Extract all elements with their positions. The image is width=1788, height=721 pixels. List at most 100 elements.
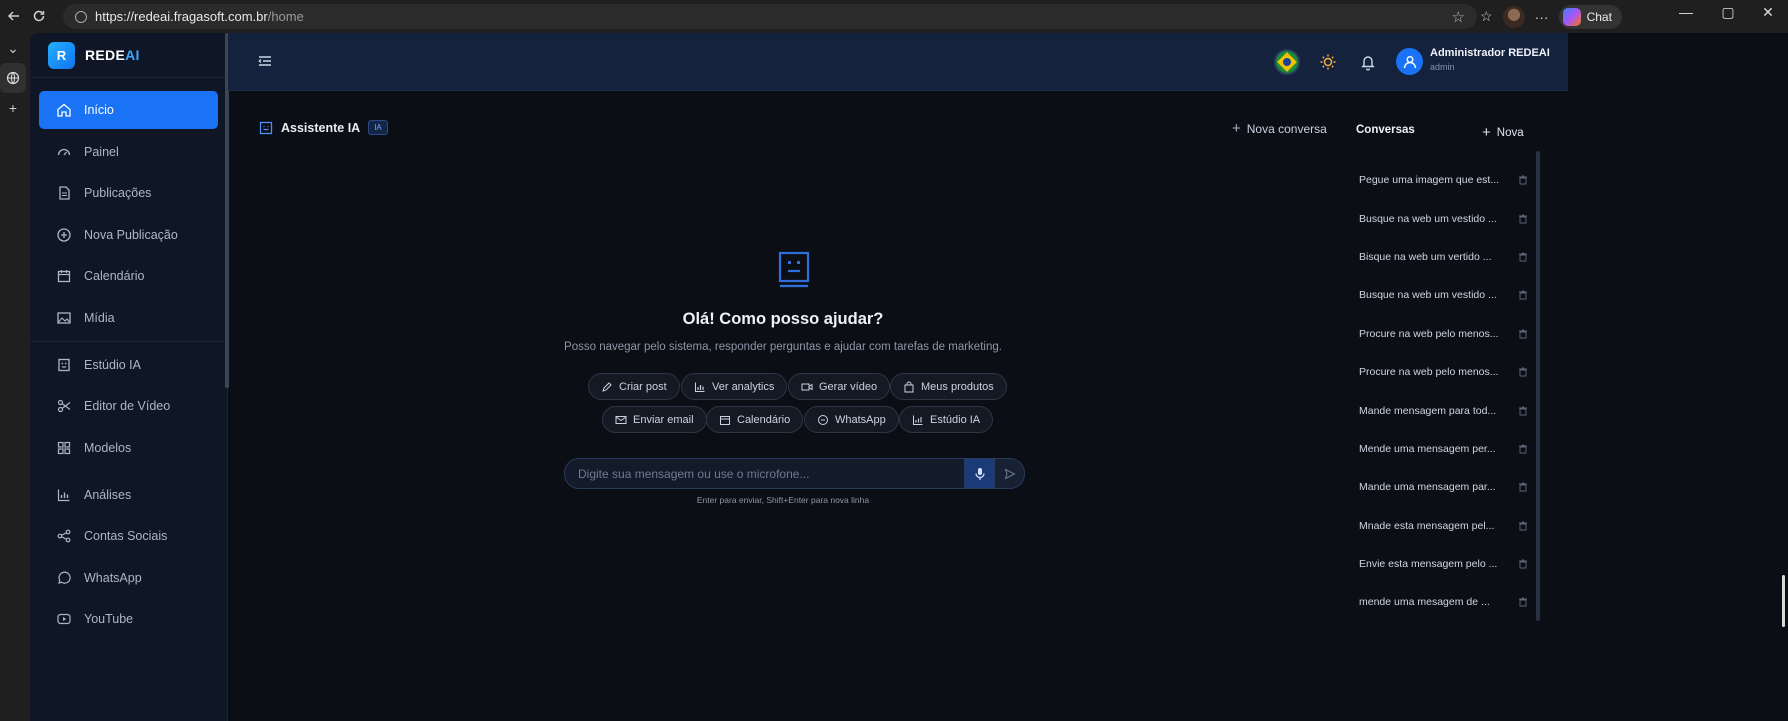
chip-enviar-email[interactable]: Enviar email — [602, 406, 707, 433]
chip-calendario[interactable]: Calendário — [706, 406, 804, 433]
sidebar-item-midia[interactable]: Mídia — [39, 299, 218, 337]
send-icon — [1004, 468, 1016, 479]
favorites-icon[interactable]: ☆ — [1480, 8, 1493, 25]
sidebar-item-analises[interactable]: Análises — [39, 476, 218, 514]
browser-toolbar: https://redeai.fragasoft.com.br/home ☆ ☆… — [0, 0, 1788, 33]
conversation-item[interactable]: Procure na web pelo menos... — [1356, 353, 1528, 391]
sidebar-item-nova-publicacao[interactable]: Nova Publicação — [39, 216, 218, 254]
sidebar-item-label: Editor de Vídeo — [84, 399, 171, 413]
conversation-item[interactable]: Bisque na web um vertido ... — [1356, 238, 1528, 276]
close-window-icon[interactable]: ✕ — [1748, 4, 1788, 21]
trash-icon[interactable] — [1518, 329, 1528, 339]
sidebar-item-youtube[interactable]: YouTube — [39, 600, 218, 638]
sidebar-item-label: Modelos — [84, 440, 132, 455]
chip-label: Gerar vídeo — [819, 380, 878, 393]
page-scrollbar-thumb[interactable] — [1782, 575, 1785, 627]
page-scrollbar[interactable] — [1780, 33, 1788, 721]
brand[interactable]: R REDEAI — [30, 33, 227, 78]
trash-icon[interactable] — [1518, 290, 1528, 300]
sidebar-item-painel[interactable]: Painel — [39, 133, 218, 171]
conversation-item[interactable]: Mende uma mensagem per... — [1356, 430, 1528, 468]
chip-gerar-video[interactable]: Gerar vídeo — [788, 373, 891, 400]
trash-icon[interactable] — [1518, 406, 1528, 416]
chip-meus-produtos[interactable]: Meus produtos — [890, 373, 1007, 400]
sidebar-item-estudio-ia[interactable]: Estúdio IA — [39, 346, 218, 384]
conversation-list: Pegue uma imagem que est... Busque na we… — [1356, 161, 1528, 622]
chip-estudio-ia[interactable]: Estúdio IA — [899, 406, 994, 433]
trash-icon[interactable] — [1518, 482, 1528, 492]
calendar-icon — [55, 267, 73, 285]
conversation-item[interactable]: Mnade esta mensagem pel... — [1356, 507, 1528, 545]
trash-icon[interactable] — [1518, 521, 1528, 531]
brand-name-main: REDE — [85, 47, 126, 63]
whatsapp-icon — [55, 569, 73, 587]
bell-icon[interactable] — [1358, 52, 1378, 72]
conversation-item[interactable]: Envie esta mensagem pelo ... — [1356, 545, 1528, 583]
chevron-down-icon[interactable]: ⌄ — [0, 33, 26, 63]
trash-icon[interactable] — [1518, 444, 1528, 454]
refresh-icon[interactable] — [25, 2, 53, 30]
chat-input-container — [564, 458, 1025, 489]
sidebar-item-label: Publicações — [84, 186, 152, 200]
address-bar[interactable]: https://redeai.fragasoft.com.br/home ☆ — [63, 4, 1477, 29]
conversation-item[interactable]: mende uma mesagem de ... — [1356, 583, 1528, 621]
trash-icon[interactable] — [1518, 597, 1528, 607]
sidebar-item-editor-de-video[interactable]: Editor de Vídeo — [39, 387, 218, 425]
conversation-item[interactable]: Pegue uma imagem que est... — [1356, 161, 1528, 199]
send-button[interactable] — [994, 459, 1024, 488]
chat-message-input[interactable] — [565, 459, 964, 488]
conversation-item[interactable]: Mande uma mensagem par... — [1356, 468, 1528, 506]
sidebar-item-label: Painel — [84, 144, 119, 159]
copilot-button[interactable]: Chat — [1558, 4, 1622, 29]
new-tab-icon[interactable]: + — [0, 93, 26, 123]
sidebar-item-whatsapp[interactable]: WhatsApp — [39, 559, 218, 597]
favorite-star-icon[interactable]: ☆ — [1452, 8, 1465, 26]
sidebar-item-modelos[interactable]: Modelos — [39, 429, 218, 467]
chip-whatsapp[interactable]: WhatsApp — [804, 406, 899, 433]
trash-icon[interactable] — [1518, 367, 1528, 377]
conversations-panel: Conversas + Nova Pegue uma imagem que es… — [1338, 91, 1528, 721]
assistant-header: Assistente IA IA — [259, 120, 388, 135]
maximize-icon[interactable]: ▢ — [1708, 4, 1748, 21]
sidebar-item-contas-sociais[interactable]: Contas Sociais — [39, 517, 218, 555]
brand-name: REDEAI — [85, 47, 140, 63]
conversations-scrollbar[interactable] — [1536, 151, 1540, 621]
user-avatar[interactable] — [1396, 48, 1423, 75]
conversation-item[interactable]: Mande mensagem para tod... — [1356, 391, 1528, 429]
minimize-icon[interactable]: — — [1666, 4, 1706, 20]
sidebar-item-label: Início — [84, 103, 114, 117]
chip-criar-post[interactable]: Criar post — [588, 373, 680, 400]
microphone-button[interactable] — [964, 459, 994, 488]
trash-icon[interactable] — [1518, 214, 1528, 224]
trash-icon[interactable] — [1518, 559, 1528, 569]
profile-avatar[interactable] — [1502, 5, 1525, 28]
sidebar-item-calendario[interactable]: Calendário — [39, 257, 218, 295]
topbar: Administrador REDEAI admin — [228, 33, 1568, 91]
new-conversation-small-button[interactable]: + Nova — [1482, 124, 1524, 141]
conversation-title: Pegue uma imagem que est... — [1359, 174, 1500, 187]
conversation-title: Procure na web pelo menos... — [1359, 366, 1499, 379]
plus-icon: + — [1482, 124, 1491, 141]
conversation-title: Mande uma mensagem par... — [1359, 481, 1496, 494]
user-name[interactable]: Administrador REDEAI — [1430, 47, 1550, 59]
conversation-item[interactable]: Procure na web pelo menos... — [1356, 315, 1528, 353]
back-icon[interactable] — [0, 2, 28, 30]
globe-tab-icon[interactable] — [0, 63, 26, 93]
conversation-item[interactable]: Busque na web um vestido ... — [1356, 276, 1528, 314]
chip-ver-analytics[interactable]: Ver analytics — [681, 373, 788, 400]
trash-icon[interactable] — [1518, 252, 1528, 262]
sidebar-item-inicio[interactable]: Início — [39, 91, 218, 129]
more-menu-icon[interactable]: ··· — [1535, 9, 1549, 25]
sidebar-item-publicacoes[interactable]: Publicações — [39, 174, 218, 212]
sun-theme-icon[interactable] — [1318, 52, 1338, 72]
plus-circle-icon — [55, 226, 73, 244]
conversation-item[interactable]: Busque na web um vestido ... — [1356, 199, 1528, 237]
menu-toggle-icon[interactable] — [256, 52, 274, 70]
trash-icon[interactable] — [1518, 175, 1528, 185]
youtube-icon — [55, 610, 73, 628]
conversation-title: Busque na web um vestido ... — [1359, 212, 1497, 225]
brazil-flag-language-icon[interactable] — [1274, 49, 1300, 75]
bar-chart-icon — [695, 382, 705, 392]
new-conversation-button[interactable]: + Nova conversa — [1232, 120, 1327, 137]
bar-chart-icon — [55, 486, 73, 504]
